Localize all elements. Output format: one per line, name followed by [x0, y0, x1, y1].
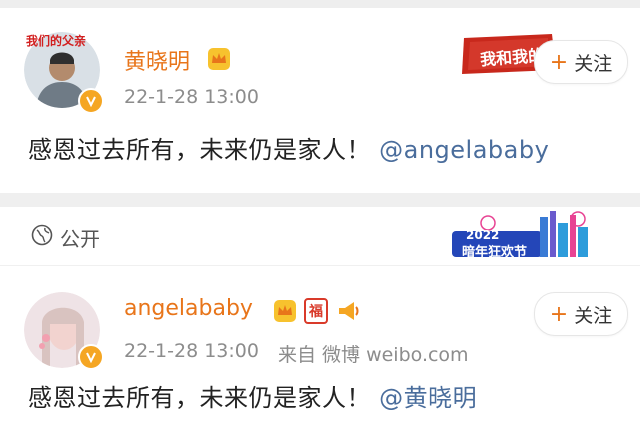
crown-icon [206, 46, 232, 72]
username[interactable]: angelababy [124, 296, 253, 321]
visibility-bar: 公开 2022 暗年狂欢节 [0, 207, 640, 266]
top-divider [0, 0, 640, 8]
post-content: 感恩过去所有，未来仍是家人！ @angelababy [28, 130, 549, 165]
visibility-label: 公开 [60, 227, 100, 251]
post-huangxiaoming: 我们的父亲 黄晓明 22-1-28 13:00 我和我的 + 关注 感恩过去所有… [0, 8, 640, 193]
fu-badge-text: 福 [309, 304, 323, 320]
mention-link[interactable]: @黄晓明 [379, 384, 477, 412]
crown-icon [272, 298, 298, 324]
section-divider [0, 193, 640, 207]
plus-icon: + [549, 49, 569, 75]
verified-badge-icon [78, 88, 104, 114]
plus-icon: + [549, 301, 569, 327]
timestamp: 22-1-28 13:00 [124, 340, 259, 362]
globe-icon [31, 224, 53, 246]
follow-button[interactable]: + 关注 [534, 292, 628, 336]
follow-label: 关注 [574, 304, 613, 327]
verified-badge-icon [78, 344, 104, 370]
source-label: 来自 微博 weibo.com [278, 344, 469, 366]
content-text: 感恩过去所有，未来仍是家人！ [28, 384, 371, 412]
content-text: 感恩过去所有，未来仍是家人！ [28, 136, 371, 164]
fu-badge-icon: 福 [304, 298, 328, 324]
festival-year: 2022 [466, 228, 500, 242]
post-angelababy: angelababy 福 22-1-28 13:00 来自 微博 weibo.c… [0, 266, 640, 425]
timestamp: 22-1-28 13:00 [124, 86, 259, 108]
username[interactable]: 黄晓明 [124, 44, 190, 76]
post-content: 感恩过去所有，未来仍是家人！ @黄晓明 [28, 378, 477, 413]
avatar-caption: 我们的父亲 [26, 34, 87, 48]
follow-button[interactable]: + 关注 [534, 40, 628, 84]
mention-link[interactable]: @angelababy [379, 136, 549, 164]
festival-text: 暗年狂欢节 [462, 245, 528, 260]
follow-label: 关注 [574, 52, 613, 75]
megaphone-icon [336, 298, 362, 324]
